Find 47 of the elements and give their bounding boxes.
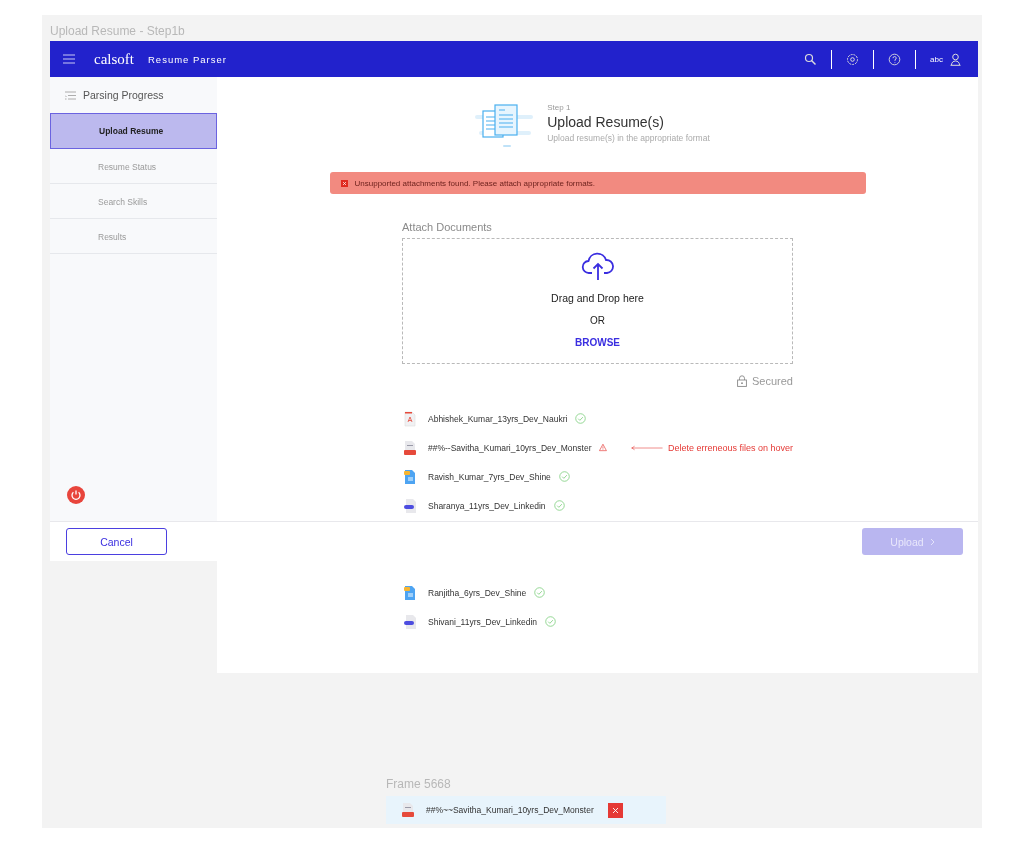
sidebar-item[interactable]: Upload Resume [50,113,217,149]
lock-icon [737,375,747,387]
frame-title: Frame 5668 [386,778,452,793]
annotation-text: Delete erreneous files on hover [667,442,793,453]
power-icon[interactable] [67,486,85,504]
step-label: Step 1 [547,103,572,112]
attach-label: Attach Documents [402,220,493,234]
search-icon[interactable] [804,52,818,66]
step-subtitle: Upload resume(s) in the appropriate format [547,133,710,143]
or-text: OR [590,315,605,326]
drop-text: Drag and Drop here [551,292,644,304]
app-name: Resume Parser [148,53,227,65]
file-icon [404,439,416,456]
close-icon [611,806,619,814]
chevron-icon [929,537,935,546]
arrow-icon [631,444,663,451]
menu-icon[interactable] [63,54,75,64]
file-icon [402,802,414,818]
drop-zone[interactable]: Drag and Drop here OR BROWSE [402,238,793,364]
alert-message: Unsupported attachments found. Please attach appropriate formats. [354,178,596,188]
delete-button[interactable] [607,802,623,818]
error-icon [340,179,348,187]
file-name: Sharanya_11yrs_Dev_Linkedin [428,500,546,511]
file-name: Ranjitha_6yrs_Dev_Shine [428,587,527,598]
frame-title: Upload Resume - Step1b [50,23,185,40]
file-icon [404,613,416,630]
sidebar-title: Parsing Progress [83,89,164,101]
list-icon [65,90,76,100]
file-icon [404,468,416,485]
step-title: Upload Resume(s) [547,114,665,130]
file-name: Shivani_11yrs_Dev_Linkedin [428,616,537,627]
secured-label: Secured [752,375,793,387]
help-icon[interactable] [888,52,902,66]
logo: calsoft [94,50,134,68]
file-name: ##%--Savitha_Kumari_10yrs_Dev_Monster [428,442,592,453]
cloud-upload-icon [580,251,615,281]
cancel-button[interactable]: Cancel [66,528,167,555]
file-icon [404,584,416,601]
user-icon[interactable] [949,52,962,66]
file-icon [404,497,416,514]
file-name: Ravish_Kumar_7yrs_Dev_Shine [428,471,551,482]
settings-icon[interactable] [846,52,860,66]
file-name: Abhishek_Kumar_13yrs_Dev_Naukri [428,413,568,424]
file-name: ##%~~Savitha_Kumari_10yrs_Dev_Monster [426,805,594,815]
file-icon [404,410,416,427]
browse-link[interactable]: BROWSE [575,337,620,348]
user-name: abc [930,54,943,64]
